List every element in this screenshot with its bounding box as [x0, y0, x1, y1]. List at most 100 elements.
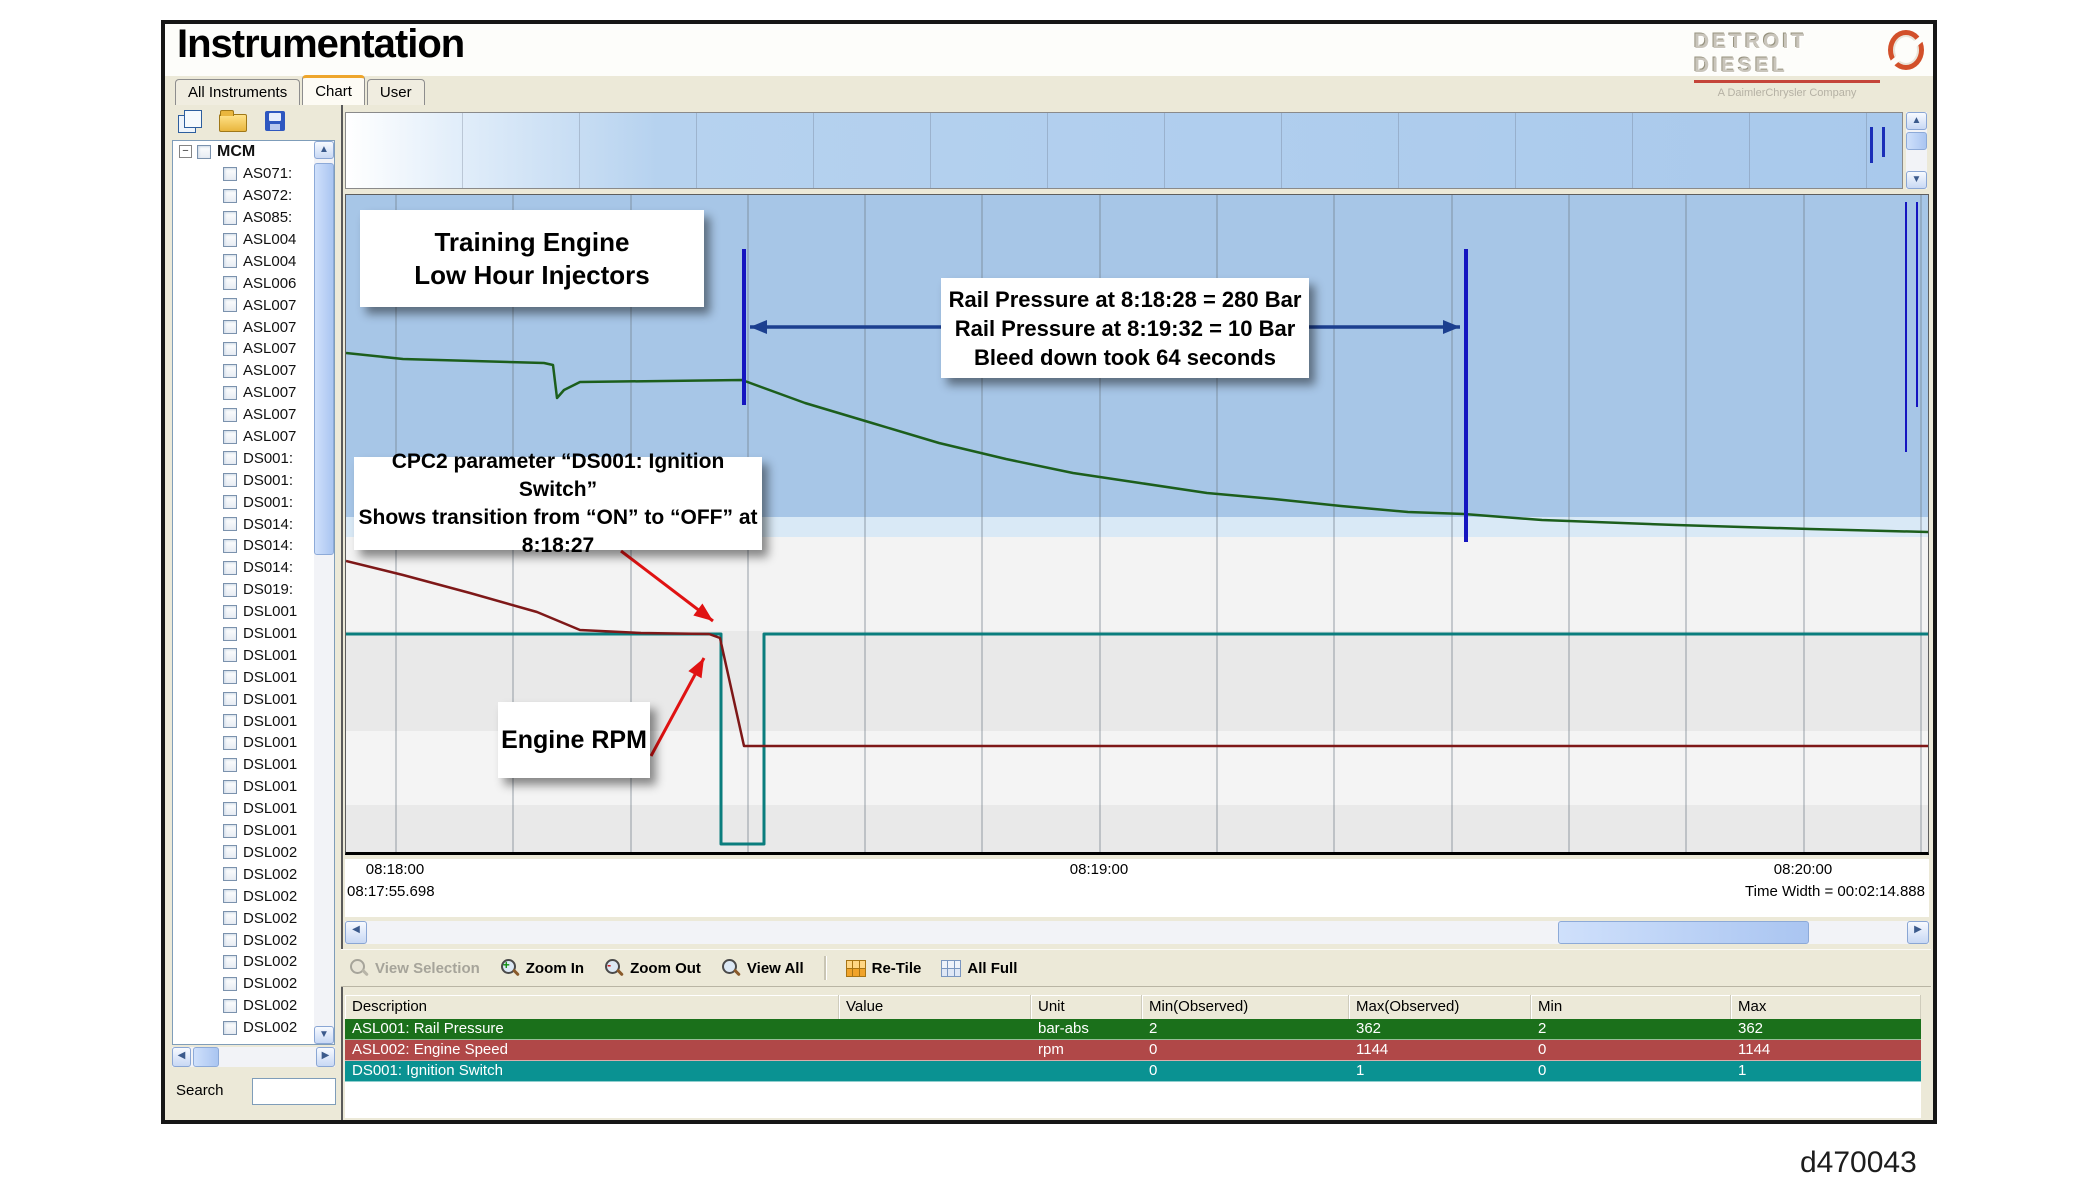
checkbox[interactable]: [223, 342, 237, 356]
tree-item[interactable]: DSL001: [173, 688, 334, 710]
checkbox[interactable]: [223, 583, 237, 597]
tree-item[interactable]: DS014:: [173, 557, 334, 579]
tree-item[interactable]: ASL007: [173, 382, 334, 404]
checkbox[interactable]: [223, 167, 237, 181]
checkbox[interactable]: [223, 517, 237, 531]
table-row[interactable]: ASL002: Engine Speedrpm0114401144: [345, 1040, 1921, 1061]
scroll-thumb[interactable]: [1558, 921, 1809, 944]
scroll-up-icon[interactable]: ▲: [1906, 112, 1927, 130]
checkbox[interactable]: [223, 955, 237, 969]
checkbox[interactable]: [223, 867, 237, 881]
column-header[interactable]: Value: [839, 995, 1031, 1019]
tree-item[interactable]: ASL004: [173, 229, 334, 251]
tab-user[interactable]: User: [367, 79, 425, 105]
scroll-thumb[interactable]: [1906, 132, 1927, 150]
tree-item[interactable]: ASL006: [173, 272, 334, 294]
checkbox[interactable]: [223, 298, 237, 312]
checkbox[interactable]: [223, 670, 237, 684]
checkbox[interactable]: [223, 430, 237, 444]
tree-item[interactable]: DS019:: [173, 579, 334, 601]
search-input[interactable]: [252, 1078, 336, 1105]
view-all-button[interactable]: View All: [721, 958, 804, 978]
checkbox[interactable]: [223, 233, 237, 247]
table-row[interactable]: DS001: Ignition Switch0101: [345, 1061, 1921, 1082]
checkbox[interactable]: [197, 145, 211, 159]
scroll-left-icon[interactable]: ◀: [172, 1047, 191, 1067]
checkbox[interactable]: [223, 189, 237, 203]
scroll-down-icon[interactable]: ▼: [1906, 171, 1927, 189]
checkbox[interactable]: [223, 999, 237, 1013]
tree-item[interactable]: DSL002: [173, 907, 334, 929]
checkbox[interactable]: [223, 320, 237, 334]
tree-item[interactable]: DSL001: [173, 798, 334, 820]
open-folder-icon[interactable]: [218, 108, 248, 134]
checkbox[interactable]: [223, 714, 237, 728]
zoom-in-button[interactable]: +Zoom In: [500, 958, 584, 978]
checkbox[interactable]: [223, 648, 237, 662]
scroll-up-icon[interactable]: ▲: [314, 141, 334, 159]
checkbox[interactable]: [223, 364, 237, 378]
checkbox[interactable]: [223, 1021, 237, 1035]
chart-overview-band[interactable]: [345, 112, 1903, 189]
copy-icon[interactable]: [176, 108, 204, 134]
save-icon[interactable]: [262, 108, 290, 134]
checkbox[interactable]: [223, 254, 237, 268]
checkbox[interactable]: [223, 561, 237, 575]
tree-item[interactable]: ASL007: [173, 294, 334, 316]
checkbox[interactable]: [223, 977, 237, 991]
tab-chart[interactable]: Chart: [302, 75, 365, 105]
checkbox[interactable]: [223, 495, 237, 509]
tree-item[interactable]: ASL007: [173, 404, 334, 426]
column-header[interactable]: Max: [1731, 995, 1921, 1019]
tree-item[interactable]: DSL001: [173, 732, 334, 754]
checkbox[interactable]: [223, 539, 237, 553]
scroll-thumb[interactable]: [193, 1047, 219, 1067]
checkbox[interactable]: [223, 736, 237, 750]
tree-item[interactable]: DS001:: [173, 447, 334, 469]
tree-item[interactable]: DSL002: [173, 973, 334, 995]
checkbox[interactable]: [223, 408, 237, 422]
checkbox[interactable]: [223, 889, 237, 903]
tree-item[interactable]: DSL002: [173, 1017, 334, 1039]
checkbox[interactable]: [223, 605, 237, 619]
tree-item[interactable]: DS014:: [173, 535, 334, 557]
checkbox[interactable]: [223, 824, 237, 838]
re-tile-button[interactable]: Re-Tile: [846, 960, 922, 977]
all-full-button[interactable]: All Full: [941, 960, 1017, 977]
checkbox[interactable]: [223, 211, 237, 225]
column-header[interactable]: Min: [1531, 995, 1731, 1019]
tree-item[interactable]: ASL007: [173, 316, 334, 338]
checkbox[interactable]: [223, 911, 237, 925]
checkbox[interactable]: [223, 276, 237, 290]
column-header[interactable]: Min(Observed): [1142, 995, 1349, 1019]
tree-item[interactable]: DSL001: [173, 754, 334, 776]
tree-item[interactable]: DS001:: [173, 469, 334, 491]
scroll-thumb[interactable]: [314, 163, 334, 555]
tree-item[interactable]: DS001:: [173, 491, 334, 513]
tree-item[interactable]: DSL001: [173, 666, 334, 688]
tree-item[interactable]: DSL001: [173, 623, 334, 645]
tree-item[interactable]: DSL002: [173, 995, 334, 1017]
table-row[interactable]: ASL001: Rail Pressurebar-abs23622362: [345, 1019, 1921, 1040]
tree-item[interactable]: ASL004: [173, 250, 334, 272]
tree-item[interactable]: DSL001: [173, 710, 334, 732]
tree-item[interactable]: DSL001: [173, 601, 334, 623]
tree-item[interactable]: DSL001: [173, 820, 334, 842]
checkbox[interactable]: [223, 802, 237, 816]
checkbox[interactable]: [223, 758, 237, 772]
checkbox[interactable]: [223, 473, 237, 487]
tree-item[interactable]: DSL002: [173, 951, 334, 973]
collapse-icon[interactable]: −: [179, 145, 192, 158]
scroll-right-icon[interactable]: ▶: [316, 1047, 335, 1067]
column-header[interactable]: Max(Observed): [1349, 995, 1531, 1019]
view-selection-button[interactable]: View Selection: [349, 958, 480, 978]
checkbox[interactable]: [223, 933, 237, 947]
scroll-right-icon[interactable]: ▶: [1907, 921, 1929, 944]
tree-item[interactable]: ASL007: [173, 360, 334, 382]
checkbox[interactable]: [223, 451, 237, 465]
tree-item[interactable]: DS014:: [173, 513, 334, 535]
tree-item[interactable]: DSL001: [173, 644, 334, 666]
tree-item[interactable]: AS072:: [173, 185, 334, 207]
checkbox[interactable]: [223, 386, 237, 400]
tree-root-mcm[interactable]: − MCM: [173, 141, 334, 163]
